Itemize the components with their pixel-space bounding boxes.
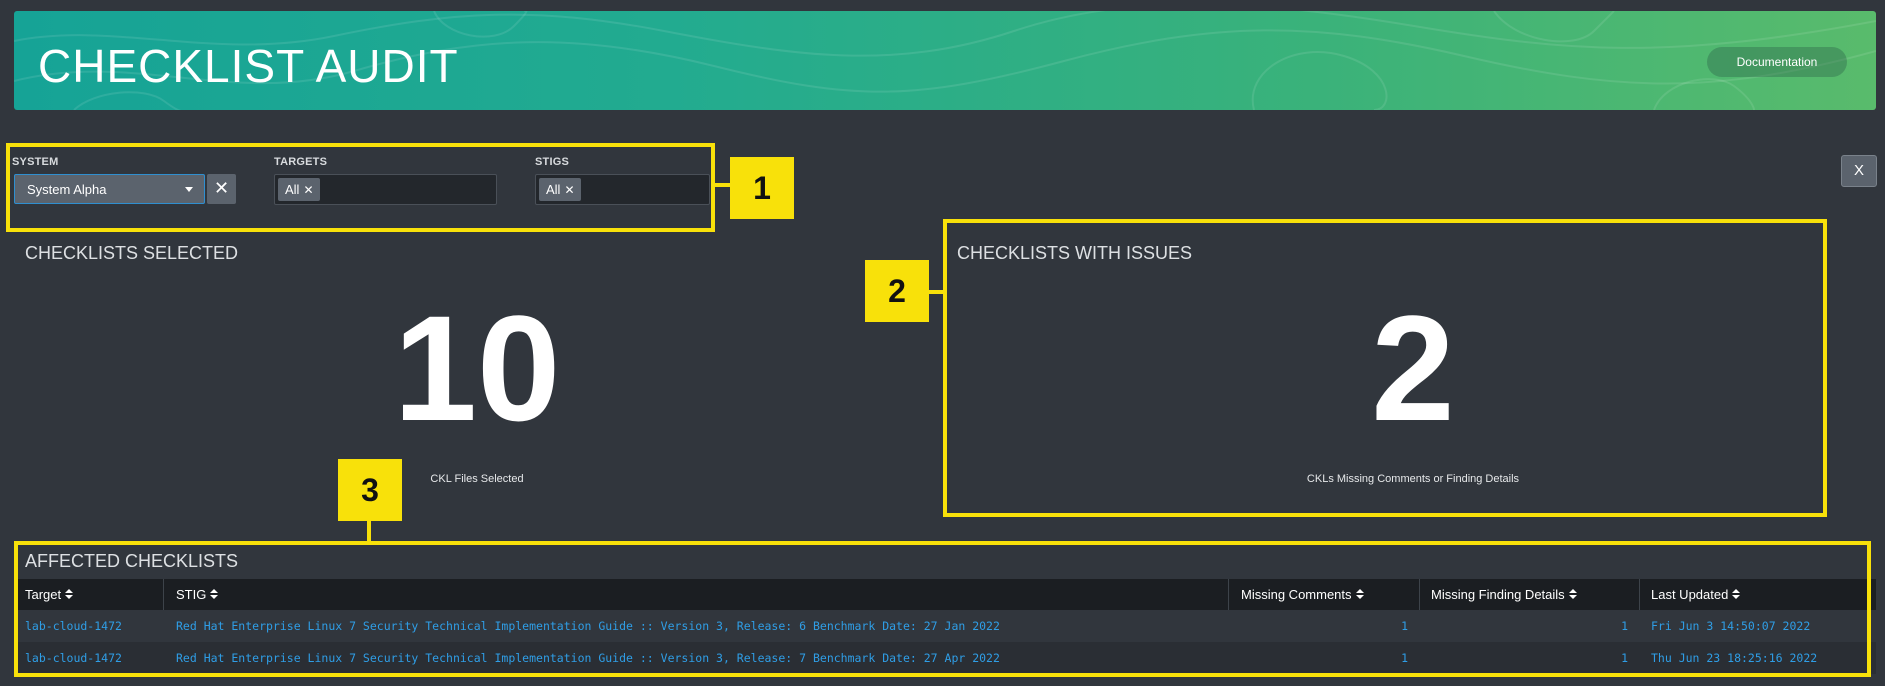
table-row: lab-cloud-1472 Red Hat Enterprise Linux … — [18, 610, 1876, 642]
row-target-link[interactable]: lab-cloud-1472 — [25, 642, 122, 674]
row-last-updated: Fri Jun 3 14:50:07 2022 — [1651, 619, 1811, 633]
callout-badge-2: 2 — [865, 260, 929, 322]
row-stig-link[interactable]: Red Hat Enterprise Linux 7 Security Tech… — [176, 642, 1000, 674]
row-missing-finding-details: 1 — [1621, 619, 1628, 633]
stigs-filter-label: STIGS — [535, 156, 570, 168]
column-header-stig[interactable]: STIG — [176, 579, 219, 610]
documentation-button[interactable]: Documentation — [1707, 47, 1847, 77]
row-missing-comments: 1 — [1401, 619, 1408, 633]
callout-badge-1: 1 — [730, 157, 794, 219]
remove-token-icon[interactable]: ✕ — [564, 183, 574, 197]
affected-checklists-title: AFFECTED CHECKLISTS — [25, 551, 239, 571]
page-title: CHECKLIST AUDIT — [38, 40, 459, 92]
table-header: Target STIG Missing Comments Missing Fin… — [18, 579, 1876, 610]
close-icon: ✕ — [213, 178, 230, 199]
sort-icon — [1568, 589, 1577, 600]
column-divider — [1228, 579, 1229, 610]
column-divider — [1419, 579, 1420, 610]
chevron-down-icon — [185, 187, 193, 192]
checklists-issues-caption: CKLs Missing Comments or Finding Details — [1306, 473, 1520, 485]
callout-connector-2 — [928, 290, 945, 294]
header-banner: CHECKLIST AUDIT Documentation — [14, 11, 1876, 110]
callout-badge-3: 3 — [338, 459, 402, 521]
row-target-link[interactable]: lab-cloud-1472 — [25, 610, 122, 642]
sort-icon — [65, 589, 74, 600]
column-header-missing-comments[interactable]: Missing Comments — [1241, 579, 1364, 610]
targets-token-label: All — [285, 182, 300, 197]
column-header-missing-finding-details[interactable]: Missing Finding Details — [1431, 579, 1577, 610]
system-clear-button[interactable]: ✕ — [207, 174, 236, 204]
system-select-value: System Alpha — [27, 182, 107, 197]
column-divider — [163, 579, 164, 610]
system-filter-label: SYSTEM — [12, 156, 59, 168]
stigs-token: All ✕ — [539, 178, 581, 201]
column-divider — [1639, 579, 1640, 610]
row-stig-link[interactable]: Red Hat Enterprise Linux 7 Security Tech… — [176, 610, 1000, 642]
row-missing-finding-details: 1 — [1621, 651, 1628, 665]
callout-connector-3 — [367, 521, 371, 543]
stigs-multiselect[interactable]: All ✕ — [535, 174, 710, 205]
checklists-selected-title: CHECKLISTS SELECTED — [25, 243, 239, 263]
checklists-selected-caption: CKL Files Selected — [430, 473, 524, 485]
checklists-issues-title: CHECKLISTS WITH ISSUES — [957, 243, 1193, 263]
table-row: lab-cloud-1472 Red Hat Enterprise Linux … — [18, 642, 1876, 674]
sort-icon — [1355, 589, 1364, 600]
column-header-last-updated[interactable]: Last Updated — [1651, 579, 1741, 610]
checklists-selected-count: 10 — [393, 284, 561, 452]
row-missing-comments: 1 — [1401, 651, 1408, 665]
sort-icon — [1732, 589, 1741, 600]
close-panel-button[interactable]: X — [1841, 155, 1877, 187]
stigs-token-label: All — [546, 182, 561, 197]
remove-token-icon[interactable]: ✕ — [303, 183, 313, 197]
targets-token: All ✕ — [278, 178, 320, 201]
targets-filter-label: TARGETS — [274, 156, 328, 168]
dashboard-page: CHECKLIST AUDIT Documentation SYSTEM Sys… — [0, 0, 1885, 686]
callout-connector-1 — [714, 183, 731, 187]
targets-multiselect[interactable]: All ✕ — [274, 174, 497, 205]
column-header-target[interactable]: Target — [25, 579, 74, 610]
checklists-issues-count: 2 — [1371, 284, 1455, 452]
row-last-updated: Thu Jun 23 18:25:16 2022 — [1651, 651, 1818, 665]
system-select[interactable]: System Alpha — [14, 174, 205, 204]
sort-icon — [210, 589, 219, 600]
